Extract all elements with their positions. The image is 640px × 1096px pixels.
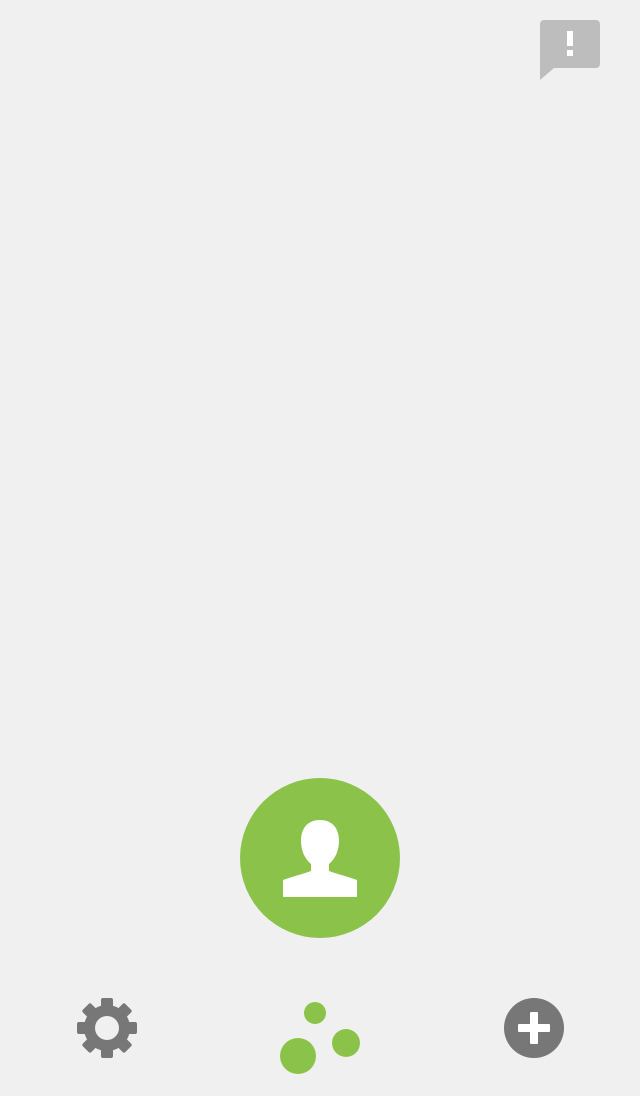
add-button[interactable] — [502, 996, 566, 1060]
dots-icon — [280, 1002, 360, 1074]
person-icon — [283, 820, 357, 897]
app-screen — [0, 0, 640, 1096]
gear-icon — [77, 998, 137, 1058]
feedback-button[interactable] — [540, 20, 600, 80]
home-button[interactable] — [276, 1000, 364, 1078]
plus-circle-icon — [504, 998, 564, 1058]
settings-button[interactable] — [75, 996, 139, 1060]
profile-button[interactable] — [240, 778, 400, 938]
bottom-nav — [0, 990, 640, 1080]
feedback-icon — [540, 20, 600, 80]
